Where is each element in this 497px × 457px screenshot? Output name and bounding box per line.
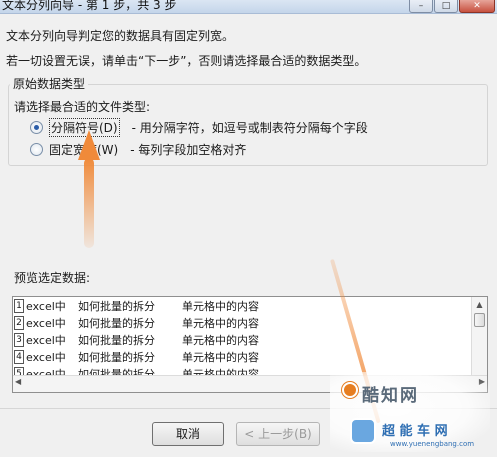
vertical-scrollbar[interactable]: ▲ — [471, 297, 487, 375]
radio-fixed-width-row[interactable]: 固定宽度(W) - 每列字段加空格对齐 — [30, 141, 246, 158]
window-title: 文本分列向导 - 第 1 步，共 3 步 — [2, 0, 177, 12]
scroll-up-icon[interactable]: ▲ — [472, 297, 487, 312]
watermark-sub-text: 超 能 车 网 — [382, 424, 448, 439]
radio-delimited-description: - 用分隔字符，如逗号或制表符分隔每个字段 — [131, 121, 368, 135]
preview-row: 3 excel中 如何批量的拆分 单元格中的内容 — [13, 332, 259, 348]
preview-cell: 如何批量的拆分 — [78, 334, 155, 347]
preview-row: 4 excel中 如何批量的拆分 单元格中的内容 — [13, 349, 259, 365]
preview-row: 1 excel中 如何批量的拆分 单元格中的内容 — [13, 298, 259, 314]
minimize-button[interactable]: – — [409, 0, 433, 13]
watermark-url: www.yuenengbang.com — [390, 440, 475, 448]
watermark-logo-icon — [342, 382, 358, 398]
preview-cell: excel中 — [26, 334, 66, 347]
scroll-thumb[interactable] — [474, 313, 485, 327]
preview-row: 2 excel中 如何批量的拆分 单元格中的内容 — [13, 315, 259, 331]
radio-fixed-width-description: - 每列字段加空格对齐 — [130, 143, 247, 157]
watermark-robot-icon — [350, 418, 376, 444]
scroll-left-icon[interactable]: ◀ — [15, 377, 21, 386]
preview-cell: 单元格中的内容 — [182, 317, 259, 330]
radio-fixed-width[interactable] — [30, 143, 43, 156]
preview-cell: excel中 — [26, 300, 66, 313]
back-button[interactable]: < 上一步(B) — [236, 422, 320, 446]
maximize-button[interactable]: □ — [434, 0, 458, 13]
preview-cell: 如何批量的拆分 — [78, 317, 155, 330]
group-label: 原始数据类型 — [10, 75, 89, 92]
preview-label: 预览选定数据: — [14, 271, 91, 285]
row-number: 3 — [14, 333, 24, 347]
preview-cell: excel中 — [26, 317, 66, 330]
window-controls: – □ ✕ — [409, 0, 495, 14]
row-number: 1 — [14, 299, 24, 313]
row-number: 2 — [14, 316, 24, 330]
annotation-arrow-up-icon — [78, 130, 100, 160]
row-number: 4 — [14, 350, 24, 364]
preview-cell: excel中 — [26, 351, 66, 364]
preview-cell: 单元格中的内容 — [182, 300, 259, 313]
intro-line-1: 文本分列向导判定您的数据具有固定列宽。 — [6, 29, 235, 43]
file-type-prompt: 请选择最合适的文件类型: — [14, 100, 151, 114]
annotation-arrow-shaft — [84, 158, 94, 248]
title-bar: 文本分列向导 - 第 1 步，共 3 步 – □ ✕ — [0, 0, 497, 14]
cancel-button[interactable]: 取消 — [152, 422, 224, 446]
intro-line-2: 若一切设置无误，请单击“下一步”，否则请选择最合适的数据类型。 — [6, 54, 367, 68]
preview-cell: 如何批量的拆分 — [78, 351, 155, 364]
preview-cell: 单元格中的内容 — [182, 334, 259, 347]
radio-delimited[interactable] — [30, 121, 43, 134]
close-button[interactable]: ✕ — [459, 0, 495, 13]
watermark-main-text: 酷知网 — [362, 386, 419, 406]
preview-cell: 如何批量的拆分 — [78, 300, 155, 313]
preview-cell: 单元格中的内容 — [182, 351, 259, 364]
